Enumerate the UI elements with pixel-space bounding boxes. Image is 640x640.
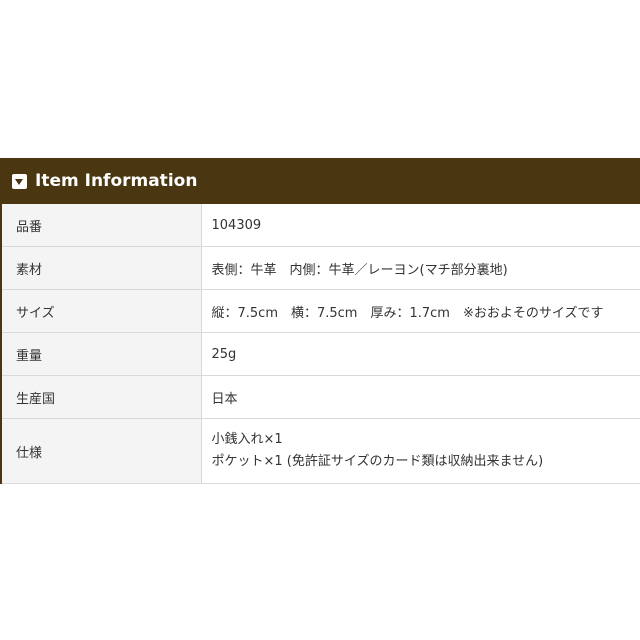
row-value-weight: 25g: [201, 332, 640, 376]
table-row: サイズ 縦：7.5cm 横：7.5cm 厚み：1.7cm ※おおよそのサイズです: [0, 289, 640, 333]
table-row: 仕様 小銭入れ×1 ポケット×1 (免許証サイズのカード類は収納出来ません): [0, 418, 640, 484]
item-information-title: Item Information: [35, 171, 198, 191]
spec-line-card-pocket: ポケット×1 (免許証サイズのカード類は収納出来ません): [211, 454, 544, 469]
row-label-material: 素材: [0, 246, 202, 290]
row-value-product-number: 104309: [201, 204, 640, 247]
row-label-product-number: 品番: [0, 204, 202, 247]
row-label-size: サイズ: [0, 289, 202, 333]
row-label-country: 生産国: [0, 375, 202, 419]
row-value-specification: 小銭入れ×1 ポケット×1 (免許証サイズのカード類は収納出来ません): [201, 418, 640, 484]
row-value-country: 日本: [201, 375, 640, 419]
row-value-material: 表側：牛革 内側：牛革／レーヨン(マチ部分裏地): [201, 246, 640, 290]
table-row: 品番 104309: [0, 204, 640, 247]
chevron-down-box-icon[interactable]: [12, 173, 27, 189]
item-information-header[interactable]: Item Information: [0, 158, 640, 204]
row-label-specification: 仕様: [0, 418, 202, 484]
table-row: 素材 表側：牛革 内側：牛革／レーヨン(マチ部分裏地): [0, 246, 640, 290]
item-information-panel: Item Information 品番 104309 素材 表側：牛革 内側：牛…: [0, 158, 640, 484]
row-value-size: 縦：7.5cm 横：7.5cm 厚み：1.7cm ※おおよそのサイズです: [201, 289, 640, 333]
table-row: 生産国 日本: [0, 375, 640, 419]
spec-line-coin-pocket: 小銭入れ×1: [211, 432, 283, 447]
item-information-table: 品番 104309 素材 表側：牛革 内側：牛革／レーヨン(マチ部分裏地) サイ…: [0, 204, 640, 484]
table-row: 重量 25g: [0, 332, 640, 376]
row-label-weight: 重量: [0, 332, 202, 376]
